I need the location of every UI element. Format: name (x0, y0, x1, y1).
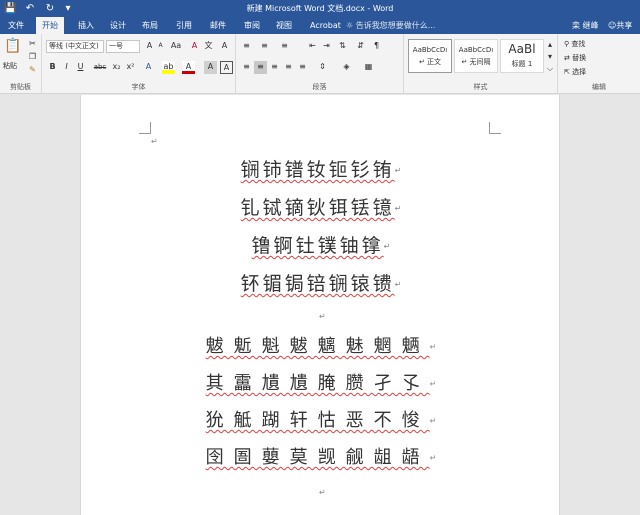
style-normal[interactable]: AaBbCcDı ↵ 正文 (408, 39, 452, 73)
paragraph-group: ≡ ≡ ≡ ⇤ ⇥ ⇅ ⇵ ¶ ≡ ≡ ≡ ≡ ≡ ⇕ ◈ ▦ 段落 (236, 34, 404, 94)
show-marks-icon[interactable]: ¶ (370, 40, 383, 53)
paragraph-mark: ↵ (319, 312, 326, 321)
borders-icon[interactable]: ▦ (362, 61, 375, 74)
paste-icon[interactable]: 📋 (4, 39, 22, 58)
margin-corner-left (139, 122, 151, 134)
paragraph-label: 段落 (312, 83, 327, 91)
clipboard-group: 📋 粘贴 ✂ ❐ ✎ 剪贴板 (0, 34, 42, 94)
paragraph-mark: ↵ (151, 137, 158, 146)
text-effects-icon[interactable]: A (142, 61, 155, 74)
text-line[interactable]: 魃鬿魁魃魑魅魍魉↵ (81, 332, 561, 358)
multilevel-list-icon[interactable]: ≡ (278, 40, 291, 53)
find-button[interactable]: ⚲ 查找 (564, 39, 585, 49)
tab-home[interactable]: 开始 (36, 17, 64, 34)
tab-review[interactable]: 审阅 (238, 17, 266, 34)
margin-corner-right (489, 122, 501, 134)
tab-design[interactable]: 设计 (104, 17, 132, 34)
clipboard-label: 剪贴板 (10, 83, 31, 91)
title-bar: 💾 ↶ ↻ ▾ 新建 Microsoft Word 文档.docx - Word (0, 0, 640, 17)
tab-references[interactable]: 引用 (170, 17, 198, 34)
font-label: 字体 (131, 83, 146, 91)
user-name[interactable]: 栾 继峰 (572, 17, 599, 34)
distributed-icon[interactable]: ≡ (296, 61, 309, 74)
change-case-icon[interactable]: Aa (168, 40, 184, 53)
window-title: 新建 Microsoft Word 文档.docx - Word (246, 4, 394, 13)
align-right-icon[interactable]: ≡ (268, 61, 281, 74)
text-line[interactable]: 囹圄蘡莫觊觎龃龉↵ (81, 443, 561, 469)
align-left-icon[interactable]: ≡ (240, 61, 253, 74)
phonetic-guide-icon[interactable]: A (218, 40, 231, 53)
style-no-spacing[interactable]: AaBbCcDı ↵ 无间隔 (454, 39, 498, 73)
paste-button[interactable]: 粘贴 (3, 61, 17, 71)
paragraph-mark: ↵ (319, 488, 326, 497)
tab-mailings[interactable]: 邮件 (204, 17, 232, 34)
shrink-font-icon[interactable]: A (154, 40, 167, 53)
font-size-select[interactable]: 一号 (106, 40, 140, 53)
select-icon: ⇱ (564, 68, 573, 76)
font-color-icon[interactable]: A (182, 61, 195, 74)
tab-view[interactable]: 视图 (270, 17, 298, 34)
ribbon: 📋 粘贴 ✂ ❐ ✎ 剪贴板 等线 (中文正文) 一号 A A Aa A 文 A… (0, 34, 640, 94)
bullets-icon[interactable]: ≡ (240, 40, 253, 53)
editing-label: 编辑 (592, 83, 606, 91)
numbering-icon[interactable]: ≡ (258, 40, 271, 53)
select-button[interactable]: ⇱ 选择 (564, 67, 586, 77)
replace-icon: ⇄ (564, 54, 573, 62)
tell-me-box[interactable]: ☼ 告诉我您想要做什么... (346, 17, 435, 34)
bold-button[interactable]: B (46, 61, 59, 74)
lightbulb-icon: ☼ (346, 21, 356, 30)
text-line[interactable]: 钆铽镝钬铒铥镱↵ (81, 193, 561, 220)
share-button[interactable]: ☺共享 (608, 17, 632, 34)
document-page[interactable]: ↵ 锎铈镨钕钷钐铕↵ 钆铽镝钬铒铥镱↵ 镥锕钍镤铀镎↵ 钚镅锔锫锎锿镄↵ ↵ 魃… (80, 95, 560, 515)
editing-group: ⚲ 查找 ⇄ 替换 ⇱ 选择 编辑 (558, 34, 640, 94)
clear-format-icon[interactable]: A (188, 40, 201, 53)
text-line[interactable]: 其靁尵尵腌臜孑孓↵ (81, 369, 561, 395)
text-line[interactable]: 镥锕钍镤铀镎↵ (81, 231, 561, 258)
wen-icon[interactable]: 文 (202, 40, 215, 53)
tab-file[interactable]: 文件 (2, 17, 30, 34)
character-border-icon[interactable]: A (220, 61, 233, 74)
ribbon-tabs: 文件 开始 插入 设计 布局 引用 邮件 审阅 视图 Acrobat ☼ 告诉我… (0, 17, 640, 34)
font-family-select[interactable]: 等线 (中文正文) (46, 40, 104, 53)
shading-icon[interactable]: ◈ (340, 61, 353, 74)
increase-indent-icon[interactable]: ⇥ (320, 40, 333, 53)
tab-layout[interactable]: 布局 (136, 17, 164, 34)
text-line[interactable]: 狁觝䠒轩怙恶不悛↵ (81, 406, 561, 432)
superscript-button[interactable]: x² (124, 61, 137, 74)
sort-icon[interactable]: ⇵ (354, 40, 367, 53)
replace-button[interactable]: ⇄ 替换 (564, 53, 586, 63)
text-line[interactable]: 锎铈镨钕钷钐铕↵ (81, 155, 561, 182)
text-line[interactable]: 钚镅锔锫锎锿镄↵ (81, 269, 561, 296)
font-group: 等线 (中文正文) 一号 A A Aa A 文 A B I U abc x₂ x… (42, 34, 236, 94)
align-center-icon[interactable]: ≡ (254, 61, 267, 74)
justify-icon[interactable]: ≡ (282, 61, 295, 74)
style-heading-1[interactable]: AaBl 标题 1 (500, 39, 544, 73)
line-spacing-icon[interactable]: ⇕ (316, 61, 329, 74)
character-shading-icon[interactable]: A (204, 61, 217, 74)
tab-insert[interactable]: 插入 (72, 17, 100, 34)
cut-icon[interactable]: ✂ (26, 38, 39, 51)
strikethrough-button[interactable]: abc (92, 61, 108, 74)
underline-button[interactable]: U (74, 61, 87, 74)
highlight-icon[interactable]: ab (162, 61, 175, 74)
styles-label: 样式 (473, 83, 488, 91)
chinese-layout-icon[interactable]: ⇅ (336, 40, 349, 53)
copy-icon[interactable]: ❐ (26, 51, 39, 64)
format-painter-icon[interactable]: ✎ (26, 64, 39, 77)
subscript-button[interactable]: x₂ (110, 61, 123, 74)
decrease-indent-icon[interactable]: ⇤ (306, 40, 319, 53)
styles-group: AaBbCcDı ↵ 正文 AaBbCcDı ↵ 无间隔 AaBl 标题 1 ▴… (404, 34, 558, 94)
styles-more-icon[interactable]: ⌵ (545, 63, 555, 76)
italic-button[interactable]: I (60, 61, 73, 74)
tab-acrobat[interactable]: Acrobat (304, 17, 347, 34)
